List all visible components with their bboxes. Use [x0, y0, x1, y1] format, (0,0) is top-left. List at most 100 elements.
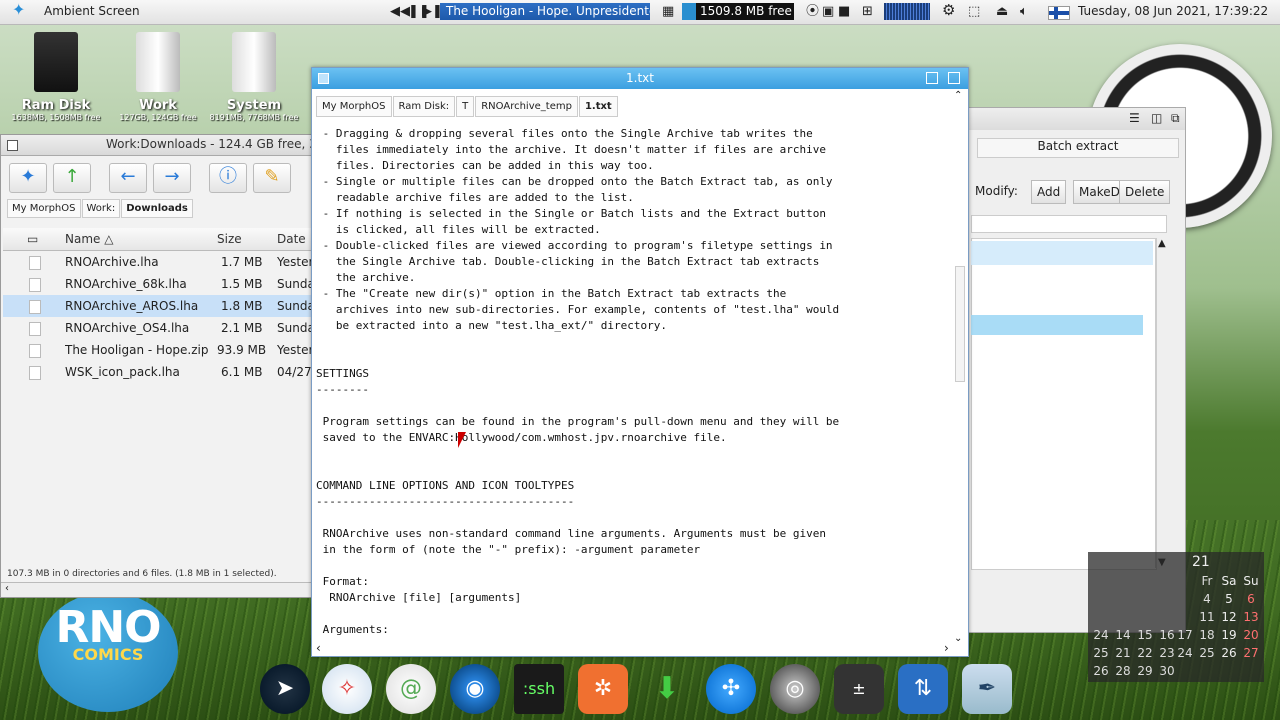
screenshot-icon[interactable]: ⬚ — [968, 4, 980, 20]
batch-titlebar[interactable]: ☰ ◫ ⧉ — [969, 108, 1185, 130]
webcam-app-icon[interactable]: ◎ — [770, 664, 820, 714]
calendar-day[interactable]: 20 — [1240, 628, 1262, 642]
horizontal-scrollbar[interactable]: ‹ — [1, 582, 313, 597]
volume-icon[interactable]: 🔈︎ — [1020, 4, 1028, 20]
vertical-scrollbar[interactable]: ▲ ▼ — [1155, 238, 1170, 568]
calendar-day[interactable]: 28 — [1112, 664, 1134, 678]
globe-app-icon[interactable]: ◉ — [450, 664, 500, 714]
list-item[interactable] — [971, 241, 1153, 265]
crumb-t[interactable]: T — [456, 96, 475, 117]
path-field[interactable] — [971, 215, 1167, 233]
compass-app-icon[interactable]: ➤ — [260, 664, 310, 714]
file-row[interactable]: The Hooligan - Hope.zip 93.9 MB Yester — [3, 339, 311, 361]
calendar-day[interactable]: 17 — [1174, 628, 1196, 642]
record-icon[interactable]: ⦿ — [806, 4, 819, 20]
calendar-day[interactable]: 18 — [1196, 628, 1218, 642]
desktop-icon-system[interactable]: System 8191MB, 7768MB free — [204, 32, 304, 122]
parent-button[interactable]: ↑ — [53, 163, 91, 193]
settings-app-icon[interactable]: ✲ — [578, 664, 628, 714]
close-icon[interactable] — [7, 140, 18, 151]
scroll-up-icon[interactable]: ⌃ — [954, 90, 962, 101]
list-item-selected[interactable] — [971, 315, 1143, 335]
prev-track-icon[interactable]: ◀◀ — [390, 4, 410, 20]
crumb-ram-disk[interactable]: Ram Disk: — [392, 96, 456, 117]
scroll-thumb[interactable] — [955, 266, 965, 382]
pen-app-icon[interactable]: ✒ — [962, 664, 1012, 714]
scroll-up-icon[interactable]: ▲ — [1158, 238, 1166, 249]
crumb-rnoarchive-temp[interactable]: RNOArchive_temp — [475, 96, 578, 117]
calendar-day[interactable]: 5 — [1218, 592, 1240, 606]
text-content[interactable]: - Dragging & dropping several files onto… — [316, 126, 948, 646]
file-row[interactable]: RNOArchive.lha 1.7 MB Yester — [3, 251, 311, 273]
zoom-icon[interactable]: ◫ — [1151, 111, 1162, 125]
column-name[interactable]: Name △ — [65, 232, 113, 246]
gear-icon[interactable]: ⚙ — [942, 2, 955, 18]
calendar-day[interactable]: 29 — [1134, 664, 1156, 678]
calendar-day[interactable]: 26 — [1218, 646, 1240, 660]
calendar-day[interactable]: 24 — [1174, 646, 1196, 660]
scroll-right-icon[interactable]: › — [944, 641, 949, 655]
file-row[interactable]: RNOArchive_68k.lha 1.5 MB Sunda — [3, 273, 311, 295]
info-button[interactable]: ⓘ — [209, 163, 247, 193]
clock-text[interactable]: Tuesday, 08 Jun 2021, 17:39:22 — [1078, 4, 1268, 18]
butterfly-icon[interactable]: ✦ — [12, 2, 25, 18]
calendar-day[interactable]: 12 — [1218, 610, 1240, 624]
scroll-left-icon[interactable]: ‹ — [316, 641, 321, 655]
batch-list[interactable] — [971, 238, 1157, 570]
download-app-icon[interactable]: ⬇ — [642, 664, 692, 714]
add-button[interactable]: Add — [1031, 180, 1067, 204]
flag-icon[interactable] — [1048, 6, 1070, 20]
calendar-day[interactable]: 24 — [1090, 628, 1112, 642]
back-button[interactable]: ← — [109, 163, 147, 193]
file-row[interactable]: WSK_icon_pack.lha 6.1 MB 04/27/2 — [3, 361, 311, 383]
now-playing[interactable]: The Hooligan - Hope. Unpresidente — [440, 3, 650, 20]
forward-button[interactable]: → — [153, 163, 191, 193]
window-icon[interactable]: ▣ — [822, 4, 834, 20]
delete-button[interactable]: Delete — [1119, 180, 1171, 204]
screen-icon[interactable]: ■ — [838, 4, 850, 20]
file-row[interactable]: RNOArchive_OS4.lha 2.1 MB Sunda — [3, 317, 311, 339]
folder-icon[interactable]: ▭ — [27, 232, 38, 246]
calendar-day[interactable]: 30 — [1156, 664, 1178, 678]
column-date[interactable]: Date — [277, 232, 306, 246]
crumb-my-morphos[interactable]: My MorphOS — [316, 96, 392, 117]
calendar-day[interactable]: 15 — [1134, 628, 1156, 642]
horizontal-scrollbar[interactable]: ‹ › — [312, 641, 954, 656]
tab-batch-extract[interactable]: Batch extract — [977, 138, 1179, 158]
ssh-app-icon[interactable]: :ssh — [514, 664, 564, 714]
calendar-day[interactable]: 26 — [1090, 664, 1112, 678]
calendar-day[interactable]: 6 — [1240, 592, 1262, 606]
eject-icon[interactable]: ⏏ — [996, 4, 1008, 20]
depth-icon[interactable]: ⧉ — [1171, 111, 1180, 126]
calendar-day[interactable]: 21 — [1112, 646, 1134, 660]
text-viewer-titlebar[interactable]: 1.txt — [312, 68, 968, 89]
calendar-day[interactable]: 27 — [1240, 646, 1262, 660]
calendar-day[interactable]: 4 — [1196, 592, 1218, 606]
desktop-icon-work[interactable]: Work 127GB, 124GB free — [108, 32, 208, 122]
network-icon[interactable]: ⊞ — [862, 4, 873, 20]
file-row-selected[interactable]: RNOArchive_AROS.lha 1.8 MB Sunda — [3, 295, 311, 317]
zoom-icon[interactable] — [926, 72, 938, 84]
crumb-work[interactable]: Work: — [81, 199, 121, 218]
calendar-day[interactable]: 22 — [1134, 646, 1156, 660]
film-icon[interactable]: ▦ — [662, 4, 674, 20]
scroll-down-icon[interactable]: ⌄ — [954, 633, 962, 644]
crumb-my-morphos[interactable]: My MorphOS — [7, 199, 81, 218]
file-manager-titlebar[interactable]: Work:Downloads - 124.4 GB free, 3.5 G — [1, 135, 341, 156]
vertical-scrollbar[interactable]: ⌃ ⌄ — [954, 90, 966, 644]
calendar-day[interactable]: 14 — [1112, 628, 1134, 642]
desktop-icon-ram-disk[interactable]: Ram Disk 1638MB, 1508MB free — [6, 32, 106, 122]
calculator-app-icon[interactable]: ± — [834, 664, 884, 714]
save-app-icon[interactable]: ⇅ — [898, 664, 948, 714]
mail-app-icon[interactable]: @ — [386, 664, 436, 714]
scroll-left-icon[interactable]: ‹ — [5, 583, 9, 594]
edit-button[interactable]: ✎ — [253, 163, 291, 193]
menu-icon[interactable]: ☰ — [1129, 111, 1140, 125]
column-size[interactable]: Size — [217, 232, 242, 246]
calendar-day[interactable]: 11 — [1196, 610, 1218, 624]
crumb-file[interactable]: 1.txt — [578, 96, 618, 117]
crumb-downloads[interactable]: Downloads — [121, 199, 193, 218]
calendar-day[interactable]: 19 — [1218, 628, 1240, 642]
calendar-day[interactable]: 25 — [1196, 646, 1218, 660]
calendar-day[interactable]: 13 — [1240, 610, 1262, 624]
